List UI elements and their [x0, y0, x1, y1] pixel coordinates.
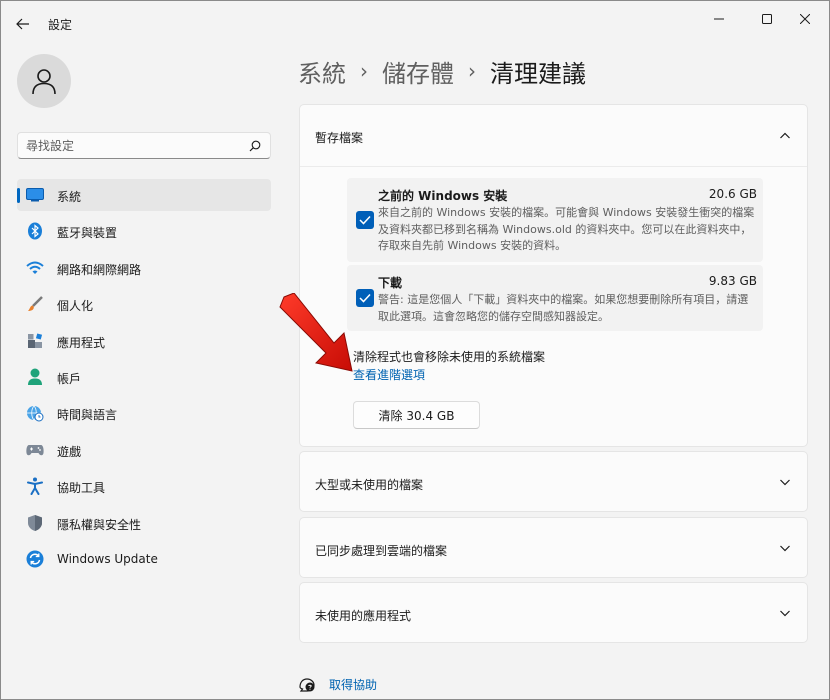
- sidebar-item-network[interactable]: 網路和網際網路: [17, 252, 271, 284]
- item-size: 9.83 GB: [708, 274, 757, 288]
- section-title: 大型或未使用的檔案: [315, 478, 424, 492]
- checkmark-icon: [359, 293, 371, 303]
- clean-up-button[interactable]: 清除 30.4 GB: [353, 401, 480, 429]
- item-name: 下載: [378, 276, 403, 290]
- sidebar-item-label: 應用程式: [57, 335, 106, 350]
- sidebar-item-label: 網路和網際網路: [57, 262, 142, 277]
- cloud-synced-files-card[interactable]: 已同步處理到雲端的檔案: [299, 517, 808, 578]
- item-size: 20.6 GB: [708, 187, 757, 201]
- avatar[interactable]: [17, 54, 71, 108]
- downloads-checkbox[interactable]: [356, 289, 374, 307]
- checkmark-icon: [359, 215, 371, 225]
- gamepad-icon: [26, 441, 44, 459]
- close-icon: [800, 14, 810, 24]
- previous-windows-checkbox[interactable]: [356, 211, 374, 229]
- sidebar-item-label: 個人化: [57, 299, 94, 314]
- temp-files-title: 暫存檔案: [315, 131, 364, 145]
- minimize-button[interactable]: [696, 5, 742, 33]
- breadcrumb-storage[interactable]: 儲存體: [382, 54, 454, 89]
- chevron-up-icon[interactable]: [779, 130, 791, 142]
- back-button[interactable]: [9, 11, 37, 37]
- window-title: 設定: [48, 18, 73, 32]
- search-input[interactable]: [26, 137, 236, 155]
- update-icon: [26, 550, 44, 568]
- breadcrumb-separator: ›: [468, 59, 476, 83]
- sidebar-item-label: 時間與語言: [57, 408, 118, 423]
- large-unused-files-card[interactable]: 大型或未使用的檔案: [299, 451, 808, 512]
- sidebar-item-label: Windows Update: [57, 551, 158, 566]
- settings-window: 設定 系統: [0, 0, 830, 700]
- item-description: 來自之前的 Windows 安裝的檔案。可能會與 Windows 安裝發生衝突的…: [378, 206, 755, 252]
- sidebar-item-apps[interactable]: 應用程式: [17, 325, 271, 357]
- advanced-options-link[interactable]: 查看進階選項: [353, 366, 425, 383]
- get-help[interactable]: 取得協助: [298, 674, 377, 694]
- cleanup-note: 清除程式也會移除未使用的系統檔案: [353, 350, 546, 364]
- sidebar-item-personalization[interactable]: 個人化: [17, 288, 271, 320]
- sidebar-item-privacy[interactable]: 隱私權與安全性: [17, 507, 271, 539]
- chevron-down-icon[interactable]: [779, 476, 791, 488]
- chevron-down-icon[interactable]: [779, 607, 791, 619]
- sidebar-item-label: 遊戲: [57, 444, 82, 459]
- chevron-down-icon[interactable]: [779, 542, 791, 554]
- sidebar-item-accessibility[interactable]: 協助工具: [17, 470, 271, 502]
- sidebar-item-label: 隱私權與安全性: [57, 517, 142, 532]
- sidebar-item-bluetooth[interactable]: 藍牙與裝置: [17, 215, 271, 247]
- item-name: 之前的 Windows 安裝: [378, 189, 508, 203]
- close-button[interactable]: [782, 5, 828, 33]
- wifi-icon: [26, 259, 44, 277]
- sidebar-item-accounts[interactable]: 帳戶: [17, 361, 271, 393]
- sidebar-nav: 系統 藍牙與裝置 網路和網際網路 個人化 應用程式 帳戶 時間與語言 遊戲 協助…: [17, 179, 271, 579]
- sidebar-item-gaming[interactable]: 遊戲: [17, 434, 271, 466]
- globe-clock-icon: [26, 404, 44, 422]
- sidebar-item-windows-update[interactable]: Windows Update: [17, 543, 271, 575]
- page-title: 清理建議: [490, 59, 586, 88]
- section-title: 已同步處理到雲端的檔案: [315, 544, 448, 558]
- sidebar-item-time-language[interactable]: 時間與語言: [17, 397, 271, 429]
- sidebar-item-label: 系統: [57, 190, 82, 204]
- monitor-icon: [26, 186, 44, 204]
- person-icon: [26, 368, 44, 386]
- accessibility-icon: [26, 477, 44, 496]
- breadcrumb: 系統 › 儲存體 › 清理建議: [298, 53, 586, 89]
- back-arrow-icon: [16, 18, 29, 30]
- sidebar-item-label: 帳戶: [57, 371, 82, 386]
- sidebar-item-label: 藍牙與裝置: [57, 226, 118, 241]
- title-bar: 設定: [1, 1, 829, 45]
- list-item: 下載 9.83 GB 警告: 這是您個人「下載」資料夾中的檔案。如果您想要刪除所…: [347, 265, 763, 331]
- temp-files-header[interactable]: 暫存檔案: [300, 105, 807, 167]
- search-box: [17, 132, 271, 159]
- user-icon: [32, 69, 56, 95]
- search-icon[interactable]: [249, 140, 261, 152]
- sidebar-item-label: 協助工具: [57, 481, 106, 496]
- apps-icon: [26, 332, 44, 350]
- breadcrumb-separator: ›: [360, 59, 368, 83]
- temp-files-card: 暫存檔案 之前的 Windows 安裝 20.6 GB 來自之前的 Window…: [299, 104, 808, 447]
- bluetooth-icon: [26, 222, 44, 240]
- list-item: 之前的 Windows 安裝 20.6 GB 來自之前的 Windows 安裝的…: [347, 178, 763, 262]
- help-icon: [299, 678, 315, 692]
- maximize-icon: [762, 14, 772, 24]
- unused-apps-card[interactable]: 未使用的應用程式: [299, 582, 808, 643]
- shield-icon: [26, 514, 44, 532]
- breadcrumb-system[interactable]: 系統: [298, 54, 346, 89]
- brush-icon: [26, 295, 44, 313]
- minimize-icon: [714, 18, 724, 20]
- get-help-link[interactable]: 取得協助: [329, 676, 377, 693]
- item-description: 警告: 這是您個人「下載」資料夾中的檔案。如果您想要刪除所有項目，請選取此選項。…: [378, 293, 749, 323]
- section-title: 未使用的應用程式: [315, 609, 412, 623]
- sidebar-item-system[interactable]: 系統: [17, 179, 271, 211]
